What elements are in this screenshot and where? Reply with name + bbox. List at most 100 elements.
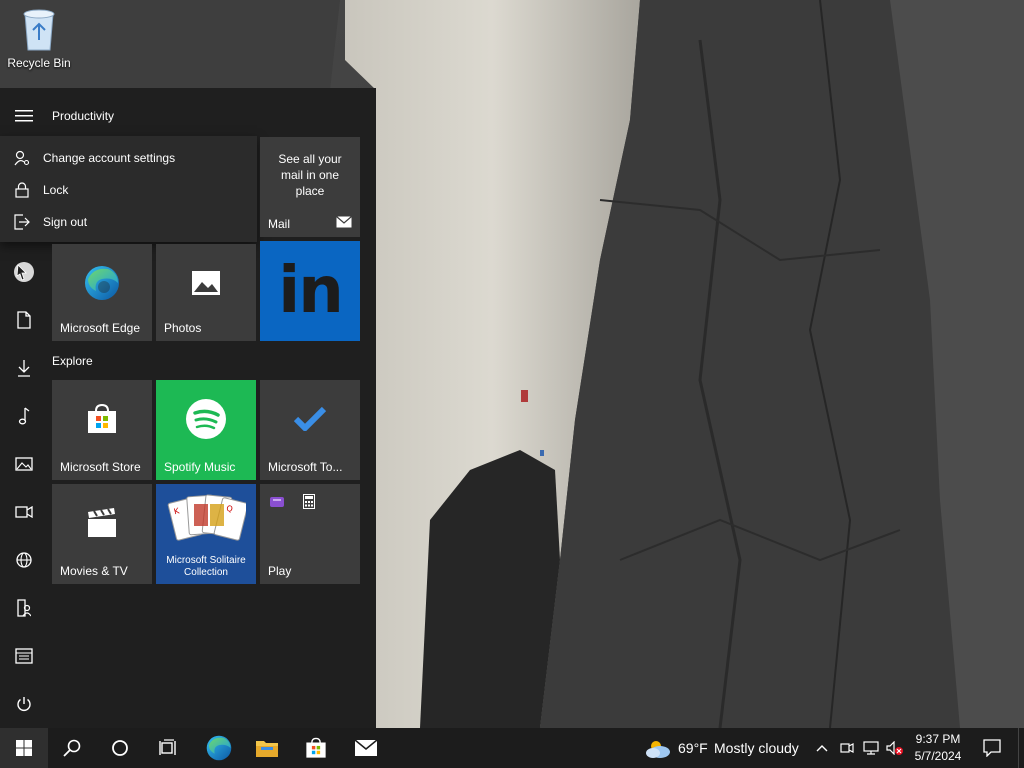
documents-icon — [17, 311, 31, 329]
group-title-productivity: Productivity — [52, 109, 115, 123]
hamburger-icon — [15, 110, 33, 122]
taskbar-store-button[interactable] — [292, 728, 340, 768]
recycle-bin-label: Recycle Bin — [7, 56, 71, 70]
task-view-icon — [159, 739, 176, 755]
windows-logo-icon — [16, 740, 32, 756]
pictures-icon — [15, 457, 33, 471]
recycle-bin[interactable]: Recycle Bin — [4, 6, 74, 76]
music-button[interactable] — [0, 396, 48, 436]
expand-menu-button[interactable] — [0, 96, 48, 136]
spotify-tile-label: Spotify Music — [164, 460, 236, 474]
play-folder-tile[interactable]: Play — [260, 484, 360, 584]
clock[interactable]: 9:37 PM 5/7/2024 — [906, 731, 970, 765]
videos-icon — [15, 506, 33, 518]
store-icon — [306, 737, 326, 758]
power-icon — [17, 697, 31, 711]
taskbar-mail-button[interactable] — [342, 728, 390, 768]
spotify-tile[interactable]: Spotify Music — [156, 380, 256, 480]
taskbar-file-explorer-button[interactable] — [243, 728, 291, 768]
taskbar: 69°F Mostly cloudy 9:37 PM 5/7/2024 — [0, 728, 1024, 768]
power-button[interactable] — [0, 684, 48, 724]
change-account-settings-item[interactable]: Change account settings — [0, 142, 257, 174]
linkedin-logo-icon: in — [278, 254, 343, 328]
start-menu: Productivity Change account settings Loc… — [0, 88, 376, 728]
network-wired-icon — [863, 741, 879, 755]
movies-tv-tile-label: Movies & TV — [60, 564, 128, 578]
downloads-icon — [18, 360, 30, 377]
network-tray-button[interactable] — [860, 728, 882, 768]
show-desktop-button[interactable] — [1018, 728, 1024, 768]
todo-checkmark-icon — [294, 407, 326, 431]
edge-tile-label: Microsoft Edge — [60, 321, 141, 335]
downloads-button[interactable] — [0, 348, 48, 388]
file-explorer-button[interactable] — [0, 636, 48, 676]
calculator-icon — [303, 494, 315, 509]
videos-button[interactable] — [0, 492, 48, 532]
volume-button[interactable] — [884, 728, 906, 768]
game-app-icon — [270, 497, 284, 507]
meet-now-icon — [840, 743, 854, 753]
sign-out-item[interactable]: Sign out — [0, 206, 257, 238]
documents-button[interactable] — [0, 300, 48, 340]
chevron-up-icon — [816, 745, 828, 752]
store-icon — [88, 403, 116, 433]
spotify-icon — [186, 399, 226, 439]
start-button[interactable] — [0, 728, 48, 768]
clapperboard-icon — [88, 508, 116, 537]
clock-time: 9:37 PM — [915, 732, 961, 746]
personal-folder-icon — [17, 599, 31, 617]
lock-item[interactable]: Lock — [0, 174, 257, 206]
pictures-button[interactable] — [0, 444, 48, 484]
notification-icon — [983, 739, 1001, 757]
movies-tv-tile[interactable]: Movies & TV — [52, 484, 152, 584]
network-icon — [16, 552, 32, 568]
search-icon — [63, 739, 81, 757]
volume-muted-icon — [886, 741, 903, 755]
photos-tile-label: Photos — [164, 321, 202, 335]
file-explorer-icon — [256, 741, 278, 757]
action-center-button[interactable] — [970, 728, 1014, 768]
mail-icon — [336, 216, 352, 228]
todo-tile[interactable]: Microsoft To... — [260, 380, 360, 480]
weather-temperature[interactable]: 69°F — [678, 740, 708, 756]
photos-icon — [192, 270, 220, 295]
edge-icon — [85, 265, 119, 300]
account-menu: Change account settings Lock Sign out — [0, 136, 257, 242]
music-icon — [18, 407, 30, 425]
group-title-explore: Explore — [52, 354, 93, 368]
photos-tile[interactable]: Photos — [156, 244, 256, 341]
recycle-bin-icon — [23, 9, 55, 51]
clock-date: 5/7/2024 — [914, 749, 962, 763]
file-explorer-icon — [15, 648, 33, 664]
user-avatar-icon — [14, 262, 34, 282]
mail-tile[interactable]: See all your mail in one place Mail — [260, 137, 360, 237]
change-account-settings-label: Change account settings — [43, 151, 176, 165]
cortana-icon — [112, 740, 128, 756]
edge-tile[interactable]: Microsoft Edge — [52, 244, 152, 341]
taskbar-edge-button[interactable] — [195, 728, 243, 768]
sign-out-icon — [13, 214, 30, 230]
task-view-button[interactable] — [144, 728, 192, 768]
weather-condition[interactable]: Mostly cloudy — [714, 740, 799, 756]
lock-icon — [14, 182, 29, 198]
sign-out-label: Sign out — [43, 215, 88, 229]
show-hidden-icons-button[interactable] — [810, 728, 834, 768]
weather-cloudy-icon — [646, 741, 670, 758]
mail-tile-label: Mail — [268, 217, 291, 231]
mail-tile-caption: See all your mail in one place — [278, 152, 342, 198]
store-tile[interactable]: Microsoft Store — [52, 380, 152, 480]
cortana-button[interactable] — [96, 728, 144, 768]
account-settings-icon — [14, 150, 29, 166]
linkedin-tile[interactable]: in — [260, 241, 360, 341]
play-tile-label: Play — [268, 564, 292, 578]
edge-icon — [206, 735, 232, 761]
store-tile-label: Microsoft Store — [60, 460, 141, 474]
meet-now-button[interactable] — [836, 728, 858, 768]
network-button[interactable] — [0, 540, 48, 580]
search-button[interactable] — [48, 728, 96, 768]
personal-folder-button[interactable] — [0, 588, 48, 628]
solitaire-tile-label: Microsoft Solitaire Collection — [166, 555, 246, 578]
solitaire-tile[interactable]: K Q Microsoft Solitaire Collection — [156, 484, 256, 584]
user-account-button[interactable] — [0, 252, 48, 292]
lock-label: Lock — [43, 183, 69, 197]
